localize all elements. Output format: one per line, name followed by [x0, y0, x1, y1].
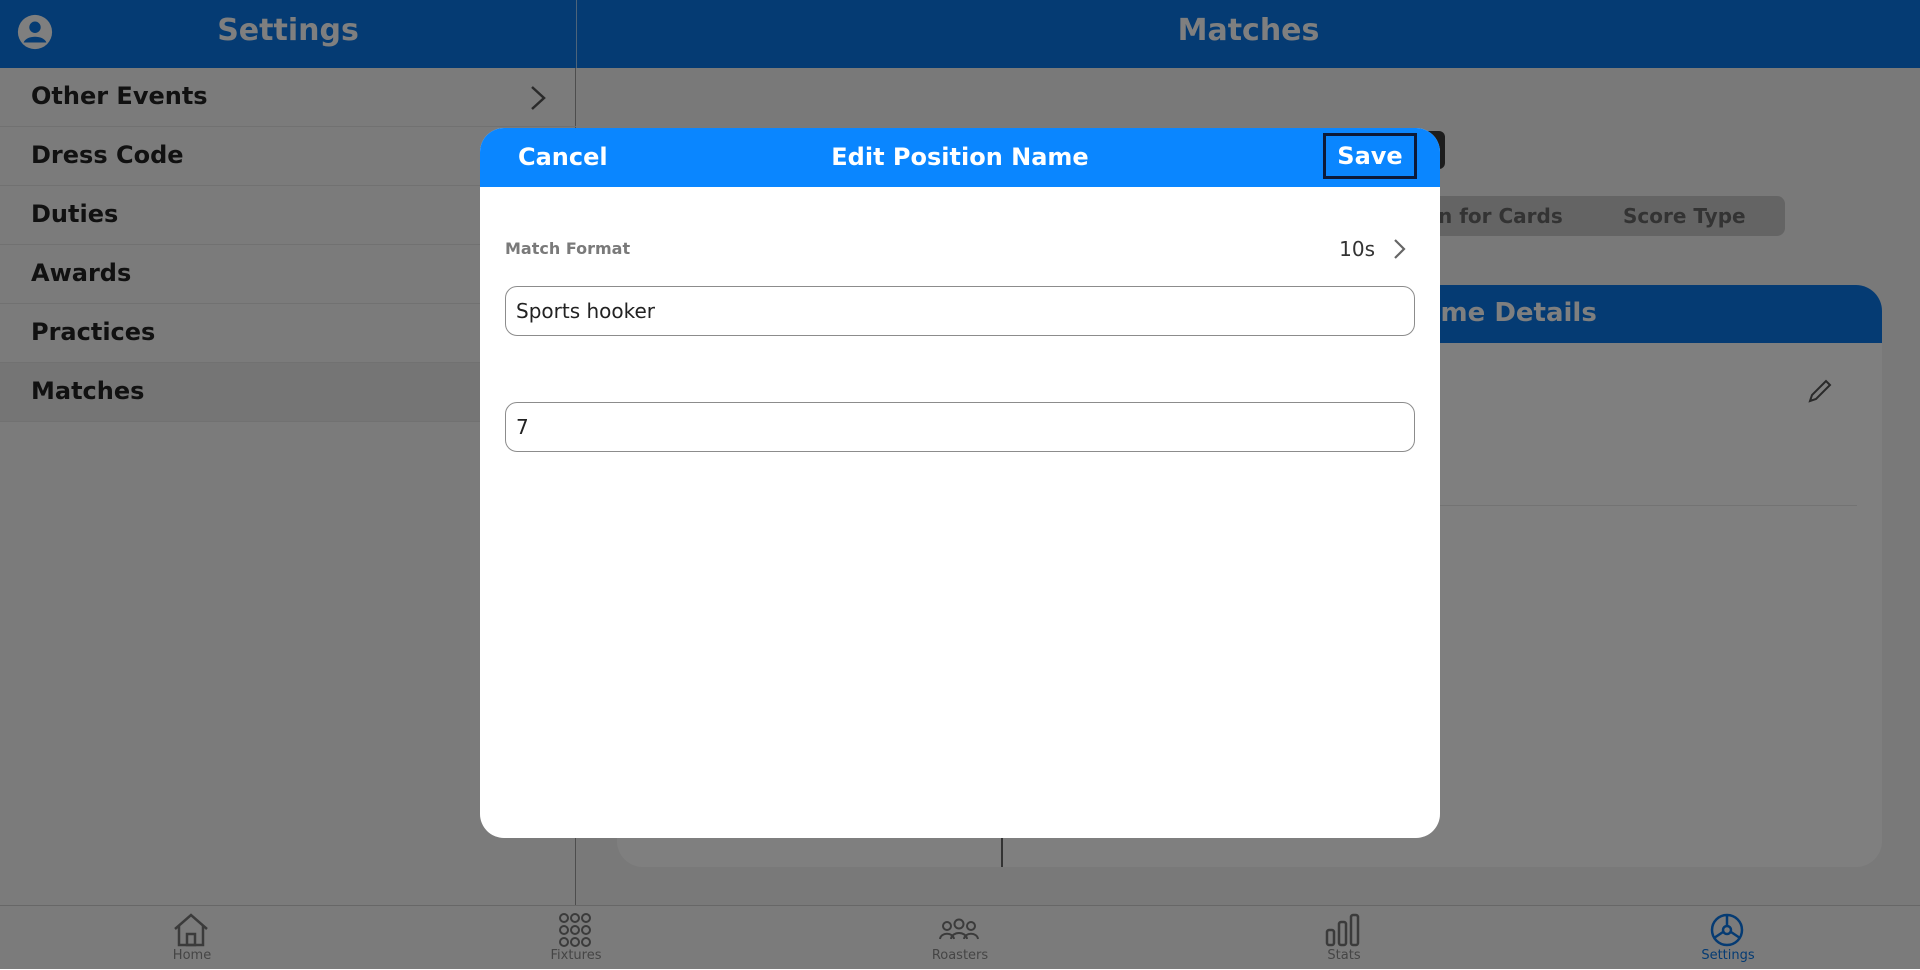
app-root: Settings Matches Other Events Dress Code… — [0, 0, 1920, 969]
cancel-button[interactable]: Cancel — [518, 128, 608, 187]
modal-header: Edit Position Name Cancel Save — [480, 128, 1440, 187]
position-name-input[interactable] — [505, 286, 1415, 336]
match-format-row[interactable]: Match Format 10s — [505, 224, 1415, 274]
edit-position-modal: Edit Position Name Cancel Save Match For… — [480, 128, 1440, 838]
chevron-right-icon — [1394, 239, 1406, 259]
modal-title: Edit Position Name — [831, 143, 1089, 171]
match-format-label: Match Format — [505, 239, 631, 258]
save-button[interactable]: Save — [1323, 133, 1417, 179]
position-number-input[interactable] — [505, 402, 1415, 452]
match-format-value: 10s — [1339, 237, 1375, 261]
